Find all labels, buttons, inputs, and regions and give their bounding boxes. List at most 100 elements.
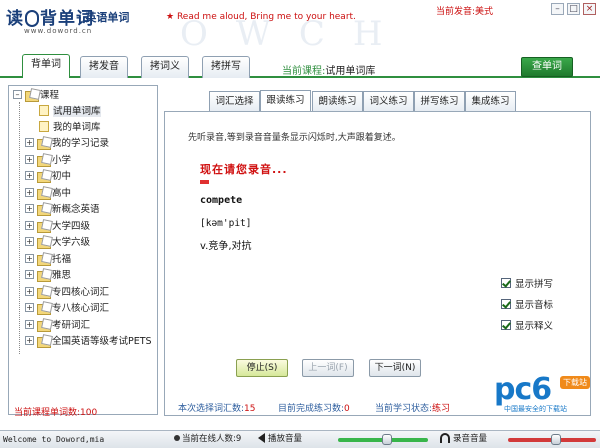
show-phonetic-checkbox[interactable]: 显示音标 [501,299,553,312]
tab-spelling-practice[interactable]: 拼写练习 [414,91,465,111]
next-word-button[interactable]: 下一词(N) [369,359,421,377]
expand-icon[interactable]: + [25,221,34,230]
folder-icon [25,89,39,102]
tree-item-label: 专八核心词汇 [52,303,110,314]
expand-icon[interactable]: + [25,138,34,147]
expand-icon[interactable]: + [25,188,34,197]
document-icon [39,105,49,116]
word-spelling: compete [200,195,243,206]
checkmark-icon[interactable] [501,299,511,309]
tab-memorize[interactable]: 背单词 [22,54,70,78]
folder-icon [37,187,51,200]
folder-icon [37,286,51,299]
checkbox-label: 显示释义 [515,321,554,332]
tree-item[interactable]: 我的单词库 [39,120,101,136]
tree-item[interactable]: 试用单词库 [39,104,101,120]
folder-icon [37,269,51,282]
done-count: 目前完成练习数:0 [278,401,350,414]
playback-volume-label: 播放音量 [268,434,303,444]
learning-state: 当前学习状态:练习 [375,401,450,414]
word-meaning: v.竞争,对抗 [200,241,252,252]
app-header: OWCH 读背单词 – 英语单词 www.doword.cn ★ Read me… [0,0,600,54]
checkmark-icon[interactable] [501,320,511,330]
tab-integrated-practice[interactable]: 集成练习 [465,91,516,111]
slogan-text: Read me aloud, Bring me to your heart. [176,12,356,22]
folder-icon [37,154,51,167]
tree-item-label: 新概念英语 [52,204,100,215]
speaker-icon [258,433,265,443]
show-meaning-checkbox[interactable]: 显示释义 [501,320,553,333]
course-tree[interactable]: – 课程 试用单词库 我的单词库 + 我的学习记录 + 小学 + 初中 + 高中 + 新概念… [8,85,158,415]
expand-icon[interactable]: + [25,320,34,329]
window-controls: – □ × [551,3,596,15]
brand-watermark: pc6 下载站 中国最安全的下载站 [494,372,594,414]
record-volume-slider[interactable] [550,434,561,445]
record-volume: 录音音量 [440,431,487,448]
tab-pronunciation-test[interactable]: 拷发音 [80,56,128,78]
expand-icon[interactable]: + [25,171,34,180]
tree-item[interactable]: + 全国英语等级考试PETS [25,334,152,350]
online-count-text: 当前在线人数:9 [182,434,242,444]
expand-icon[interactable]: + [25,336,34,345]
tree-item-label: 专四核心词汇 [52,287,110,298]
current-course-label: 当前课程: [282,66,326,77]
folder-icon [37,319,51,332]
logo-url: www.doword.cn [24,27,93,35]
tree-item[interactable]: + 高中 [25,186,71,202]
tab-meaning-practice[interactable]: 词义练习 [363,91,414,111]
tab-vocab-select[interactable]: 词汇选择 [209,91,260,111]
tab-repeat-practice[interactable]: 跟读练习 [260,90,311,112]
status-bar: Welcome to Doword,mia 当前在线人数:9 播放音量 录音音量 [0,430,600,448]
playback-volume-slider[interactable] [382,434,392,445]
tree-item[interactable]: + 小学 [25,153,71,169]
collapse-icon[interactable]: – [13,90,22,99]
expand-icon[interactable]: + [25,204,34,213]
tree-item[interactable]: + 大学六级 [25,235,90,251]
checkbox-label: 显示音标 [515,300,554,311]
expand-icon[interactable]: + [25,303,34,312]
minimize-button[interactable]: – [551,3,564,15]
tree-item-label: 高中 [52,188,72,199]
tree-root[interactable]: – 课程 [13,88,59,104]
welcome-message: Welcome to Doword,mia [3,435,105,444]
close-button[interactable]: × [583,3,596,15]
lookup-word-button[interactable]: 查单词 [521,57,573,77]
current-voice: 当前发音:美式 [436,7,494,17]
previous-word-button[interactable]: 上一词(F) [302,359,354,377]
tab-meaning-test[interactable]: 拷词义 [141,56,189,78]
selected-count: 本次选择词汇数:15 [178,401,256,414]
document-icon [39,121,49,132]
checkmark-icon[interactable] [501,278,511,288]
stop-button[interactable]: 停止(S) [236,359,288,377]
tree-root-label: 课程 [40,90,60,101]
tree-item[interactable]: + 考研词汇 [25,318,90,334]
tree-item[interactable]: + 托福 [25,252,71,268]
tree-item[interactable]: + 我的学习记录 [25,136,109,152]
expand-icon[interactable]: + [25,287,34,296]
tree-item[interactable]: + 专八核心词汇 [25,301,109,317]
expand-icon[interactable]: + [25,270,34,279]
tree-item[interactable]: + 新概念英语 [25,202,100,218]
word-phonetic: [kəm'pit] [200,218,252,229]
logo-subtitle: – 英语单词 [76,11,130,24]
show-spelling-checkbox[interactable]: 显示拼写 [501,278,553,291]
folder-icon [37,203,51,216]
maximize-button[interactable]: □ [567,3,580,15]
slogan: ★ Read me aloud, Bring me to your heart. [166,12,356,22]
tree-item[interactable]: + 专四核心词汇 [25,285,109,301]
volume-meter [200,180,209,184]
recording-prompt: 现在请您录音... [200,163,288,176]
tree-item-label: 小学 [52,155,72,166]
tab-spelling-test[interactable]: 拷拼写 [202,56,250,78]
tree-item[interactable]: + 雅思 [25,268,71,284]
tree-item[interactable]: + 大学四级 [25,219,90,235]
tree-item-label: 我的学习记录 [52,138,110,149]
expand-icon[interactable]: + [25,237,34,246]
folder-icon [37,170,51,183]
expand-icon[interactable]: + [25,155,34,164]
tab-read-aloud[interactable]: 朗读练习 [312,91,363,111]
brand-subtitle: 中国最安全的下载站 [504,405,567,413]
star-icon: ★ [166,12,175,22]
tree-item[interactable]: + 初中 [25,169,71,185]
expand-icon[interactable]: + [25,254,34,263]
